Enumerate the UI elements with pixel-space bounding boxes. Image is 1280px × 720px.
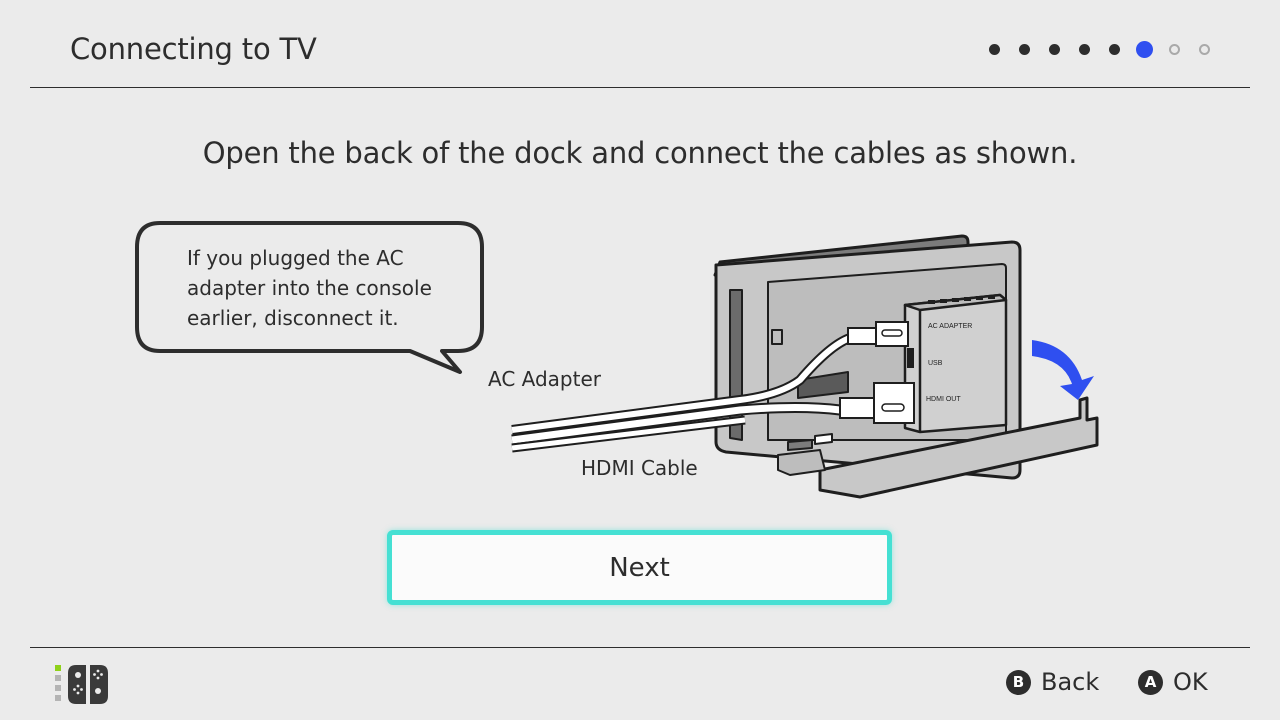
back-action-label: Back [1041, 668, 1100, 696]
next-button-label: Next [609, 552, 670, 583]
joy-con-pair-icon [55, 665, 108, 704]
port-label-ac-adapter: AC ADAPTER [928, 323, 972, 330]
step-progress-indicator [987, 40, 1227, 58]
progress-dot-todo [1167, 42, 1197, 56]
next-button[interactable]: Next [387, 530, 892, 605]
progress-dot-done [1017, 42, 1047, 56]
callout-text: If you plugged the AC adapter into the c… [187, 246, 432, 330]
ok-action-label: OK [1173, 668, 1208, 696]
progress-dot-current [1136, 40, 1167, 58]
page-title: Connecting to TV [70, 32, 317, 66]
instruction-text: Open the back of the dock and connect th… [202, 136, 1078, 170]
header-divider [30, 87, 1250, 88]
progress-dot-todo [1197, 42, 1227, 56]
port-label-hdmi-out: HDMI OUT [926, 396, 961, 403]
footer-divider [30, 647, 1250, 648]
a-button-icon: A [1138, 669, 1163, 695]
progress-dot-done [1047, 42, 1077, 56]
open-direction-arrow-icon [1032, 340, 1094, 400]
progress-dot-done [1077, 42, 1107, 56]
port-block [903, 293, 1008, 434]
progress-dot-done [1107, 42, 1137, 56]
ok-action-button[interactable]: A OK [1138, 668, 1208, 696]
progress-dot-done [987, 42, 1017, 56]
port-label-usb: USB [928, 360, 943, 367]
dock-illustration: AC ADAPTER USB HDMI OUT [511, 234, 1099, 499]
b-button-icon: B [1006, 669, 1031, 695]
back-action-button[interactable]: B Back [1006, 668, 1099, 696]
